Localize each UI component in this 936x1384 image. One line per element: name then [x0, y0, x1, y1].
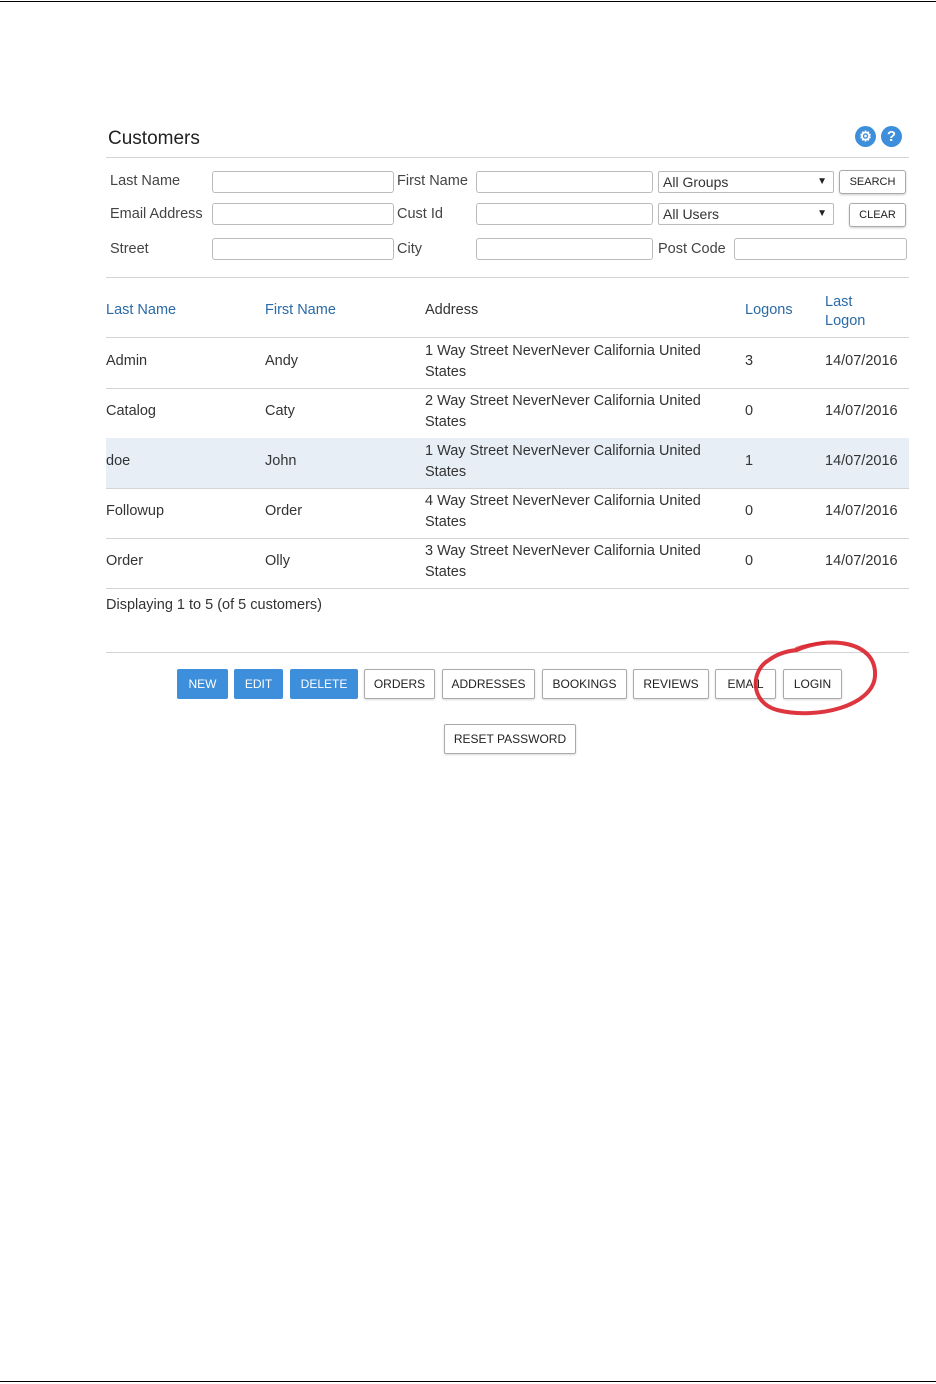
- cell-last-name: Catalog: [106, 403, 156, 419]
- cust-id-label: Cust Id: [397, 206, 443, 222]
- cell-address: 2 Way Street NeverNever California Unite…: [425, 393, 701, 430]
- gear-icon[interactable]: ⚙: [855, 126, 876, 147]
- users-select-value: All Users: [663, 206, 720, 222]
- post-code-label: Post Code: [658, 241, 726, 257]
- delete-button[interactable]: DELETE: [290, 669, 358, 699]
- orders-button[interactable]: ORDERS: [364, 669, 435, 699]
- title-divider: [106, 157, 909, 158]
- first-name-label: First Name: [397, 173, 468, 189]
- table-row[interactable]: Followup Order 4 Way Street NeverNever C…: [106, 488, 909, 539]
- cell-last-logon: 14/07/2016: [825, 353, 898, 369]
- first-name-input[interactable]: [476, 171, 653, 193]
- cell-address: 3 Way Street NeverNever California Unite…: [425, 543, 701, 580]
- cell-last-name: Followup: [106, 503, 165, 519]
- dropdown-arrow-icon: ▼: [817, 176, 827, 187]
- cell-logons: 0: [745, 503, 754, 519]
- cell-last-logon: 14/07/2016: [825, 403, 898, 419]
- table-row-selected[interactable]: doe John 1 Way Street NeverNever Califor…: [106, 438, 909, 489]
- cell-last-name: Admin: [106, 353, 148, 369]
- email-label: Email Address: [110, 206, 203, 222]
- filters-divider: [106, 277, 909, 278]
- table-row[interactable]: Catalog Caty 2 Way Street NeverNever Cal…: [106, 388, 909, 439]
- cell-logons: 0: [745, 403, 754, 419]
- cell-logons: 0: [745, 553, 754, 569]
- cell-first-name: Andy: [265, 353, 299, 369]
- highlight-circle-annotation: [753, 640, 878, 716]
- column-header-last-logon[interactable]: Last Logon: [825, 293, 885, 331]
- post-code-input[interactable]: [734, 238, 907, 260]
- cust-id-input[interactable]: [476, 203, 653, 225]
- cell-first-name: Caty: [265, 403, 295, 419]
- column-header-address: Address: [425, 302, 479, 318]
- page-title: Customers: [108, 128, 200, 149]
- cell-address: 4 Way Street NeverNever California Unite…: [425, 493, 701, 530]
- column-header-logons[interactable]: Logons: [745, 302, 793, 318]
- cell-first-name: Order: [265, 503, 303, 519]
- pagination-summary: Displaying 1 to 5 (of 5 customers): [106, 597, 322, 613]
- street-label: Street: [110, 241, 149, 257]
- reviews-button[interactable]: REVIEWS: [633, 669, 709, 699]
- reset-password-button[interactable]: RESET PASSWORD: [444, 724, 576, 754]
- users-select[interactable]: All Users ▼: [658, 203, 834, 225]
- city-label: City: [397, 241, 422, 257]
- last-name-input[interactable]: [212, 171, 394, 193]
- table-row[interactable]: Order Olly 3 Way Street NeverNever Calif…: [106, 538, 909, 589]
- groups-select[interactable]: All Groups ▼: [658, 171, 834, 193]
- email-input[interactable]: [212, 203, 394, 225]
- search-button[interactable]: SEARCH: [839, 170, 906, 194]
- addresses-button[interactable]: ADDRESSES: [442, 669, 535, 699]
- last-name-label: Last Name: [110, 173, 181, 189]
- city-input[interactable]: [476, 238, 653, 260]
- edit-button[interactable]: EDIT: [234, 669, 283, 699]
- groups-select-value: All Groups: [663, 174, 729, 190]
- column-header-first-name[interactable]: First Name: [265, 302, 336, 318]
- help-icon[interactable]: ?: [881, 126, 902, 147]
- cell-address: 1 Way Street NeverNever California Unite…: [425, 443, 701, 480]
- cell-first-name: Olly: [265, 553, 290, 569]
- new-button[interactable]: NEW: [177, 669, 228, 699]
- page-bottom-rule: [0, 1381, 936, 1382]
- table-row[interactable]: Admin Andy 1 Way Street NeverNever Calif…: [106, 338, 909, 389]
- cell-address: 1 Way Street NeverNever California Unite…: [425, 343, 701, 380]
- column-header-last-name[interactable]: Last Name: [106, 302, 176, 318]
- cell-logons: 1: [745, 453, 754, 469]
- dropdown-arrow-icon: ▼: [817, 208, 827, 219]
- page-top-rule: [0, 1, 936, 2]
- cell-first-name: John: [265, 453, 297, 469]
- cell-last-logon: 14/07/2016: [825, 453, 898, 469]
- cell-last-name: doe: [106, 453, 131, 469]
- cell-last-name: Order: [106, 553, 144, 569]
- bookings-button[interactable]: BOOKINGS: [542, 669, 627, 699]
- cell-last-logon: 14/07/2016: [825, 503, 898, 519]
- cell-logons: 3: [745, 353, 754, 369]
- clear-button[interactable]: CLEAR: [849, 203, 906, 227]
- cell-last-logon: 14/07/2016: [825, 553, 898, 569]
- street-input[interactable]: [212, 238, 394, 260]
